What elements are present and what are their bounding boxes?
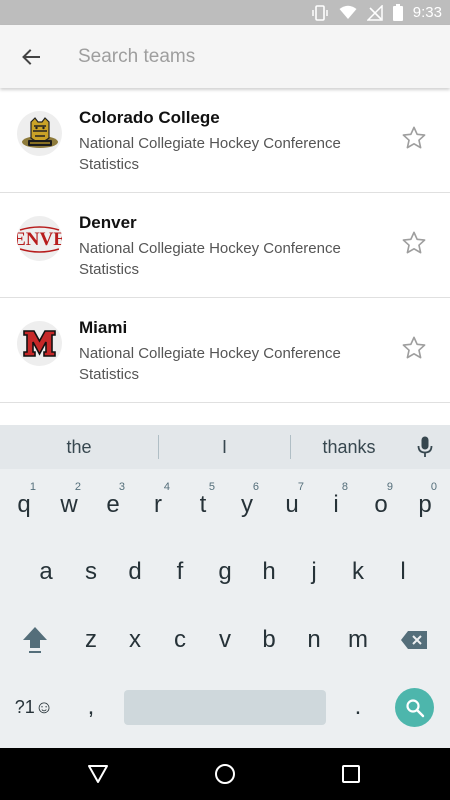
favorite-button[interactable] [400, 334, 428, 362]
star-icon [402, 336, 426, 359]
key-q[interactable]: q1 [2, 477, 46, 533]
team-list: Colorado College National Collegiate Hoc… [0, 88, 450, 425]
key-n[interactable]: n [292, 612, 336, 668]
nav-recents-icon [342, 765, 360, 783]
back-arrow-icon [22, 49, 40, 65]
key-b[interactable]: b [247, 612, 291, 668]
key-j[interactable]: j [292, 544, 336, 600]
navigation-bar [0, 748, 450, 800]
star-icon [402, 126, 426, 149]
star-icon [402, 231, 426, 254]
search-icon [405, 698, 424, 717]
key-k[interactable]: k [336, 544, 380, 600]
shift-icon [23, 627, 47, 653]
search-input[interactable] [78, 41, 428, 73]
key-y[interactable]: y6 [225, 477, 269, 533]
nav-back-button[interactable] [84, 760, 112, 788]
key-i[interactable]: i8 [314, 477, 358, 533]
favorite-button[interactable] [400, 229, 428, 257]
key-d[interactable]: d [113, 544, 157, 600]
symbols-key[interactable]: ?1☺ [12, 679, 56, 735]
suggestion-3[interactable]: thanks [291, 437, 407, 458]
keyboard: the I thanks q1 w2 e3 r4 t5 y6 u7 i8 o9 … [0, 425, 450, 748]
search-bar [0, 25, 450, 88]
key-g[interactable]: g [203, 544, 247, 600]
key-e[interactable]: e3 [91, 477, 135, 533]
period-key[interactable]: . [336, 679, 380, 735]
team-name: Miami [79, 318, 128, 337]
battery-icon [392, 4, 403, 21]
key-t[interactable]: t5 [181, 477, 225, 533]
team-subtitle: National Collegiate Hockey Conference St… [79, 135, 341, 173]
key-z[interactable]: z [69, 612, 113, 668]
team-name: Denver [79, 213, 137, 232]
suggestion-strip: the I thanks [0, 425, 450, 469]
vibrate-icon [311, 4, 329, 21]
team-row-miami[interactable]: Miami National Collegiate Hockey Confere… [0, 298, 450, 403]
spacebar[interactable] [124, 690, 326, 725]
status-icons: 9:33 [311, 0, 442, 25]
nav-recents-button[interactable] [337, 760, 365, 788]
nav-home-button[interactable] [211, 760, 239, 788]
team-row-colorado-college[interactable]: Colorado College National Collegiate Hoc… [0, 88, 450, 193]
team-row-denver[interactable]: ENVE Denver National Collegiate Hockey C… [0, 193, 450, 298]
backspace-icon [401, 631, 427, 649]
key-r[interactable]: r4 [136, 477, 180, 533]
denver-logo: ENVE [17, 216, 62, 261]
key-u[interactable]: u7 [270, 477, 314, 533]
suggestion-2[interactable]: I [159, 437, 290, 458]
key-s[interactable]: s [69, 544, 113, 600]
team-row-partial[interactable] [0, 403, 450, 425]
key-c[interactable]: c [158, 612, 202, 668]
key-f[interactable]: f [158, 544, 202, 600]
nav-back-icon [88, 765, 108, 783]
mic-icon [417, 436, 433, 457]
comma-key[interactable]: , [69, 679, 113, 735]
svg-text:ENVE: ENVE [17, 229, 62, 250]
key-w[interactable]: w2 [47, 477, 91, 533]
key-p[interactable]: p0 [403, 477, 447, 533]
nav-home-icon [215, 764, 235, 784]
key-x[interactable]: x [113, 612, 157, 668]
key-h[interactable]: h [247, 544, 291, 600]
miami-logo [17, 321, 62, 366]
no-signal-icon [366, 4, 383, 21]
status-time: 9:33 [412, 4, 442, 21]
back-button[interactable] [10, 36, 52, 78]
suggestion-1[interactable]: the [0, 437, 158, 458]
team-name: Colorado College [79, 108, 220, 127]
colorado-college-logo [17, 111, 62, 156]
key-v[interactable]: v [203, 612, 247, 668]
team-subtitle: National Collegiate Hockey Conference St… [79, 345, 341, 383]
wifi-icon [339, 5, 357, 20]
shift-key[interactable] [13, 612, 57, 668]
key-l[interactable]: l [381, 544, 425, 600]
key-m[interactable]: m [336, 612, 380, 668]
backspace-key[interactable] [392, 612, 436, 668]
status-bar: 9:33 [0, 0, 450, 25]
favorite-button[interactable] [400, 124, 428, 152]
mic-button[interactable] [412, 434, 438, 460]
key-a[interactable]: a [24, 544, 68, 600]
search-action-button[interactable] [395, 688, 434, 727]
key-o[interactable]: o9 [359, 477, 403, 533]
team-subtitle: National Collegiate Hockey Conference St… [79, 240, 341, 278]
